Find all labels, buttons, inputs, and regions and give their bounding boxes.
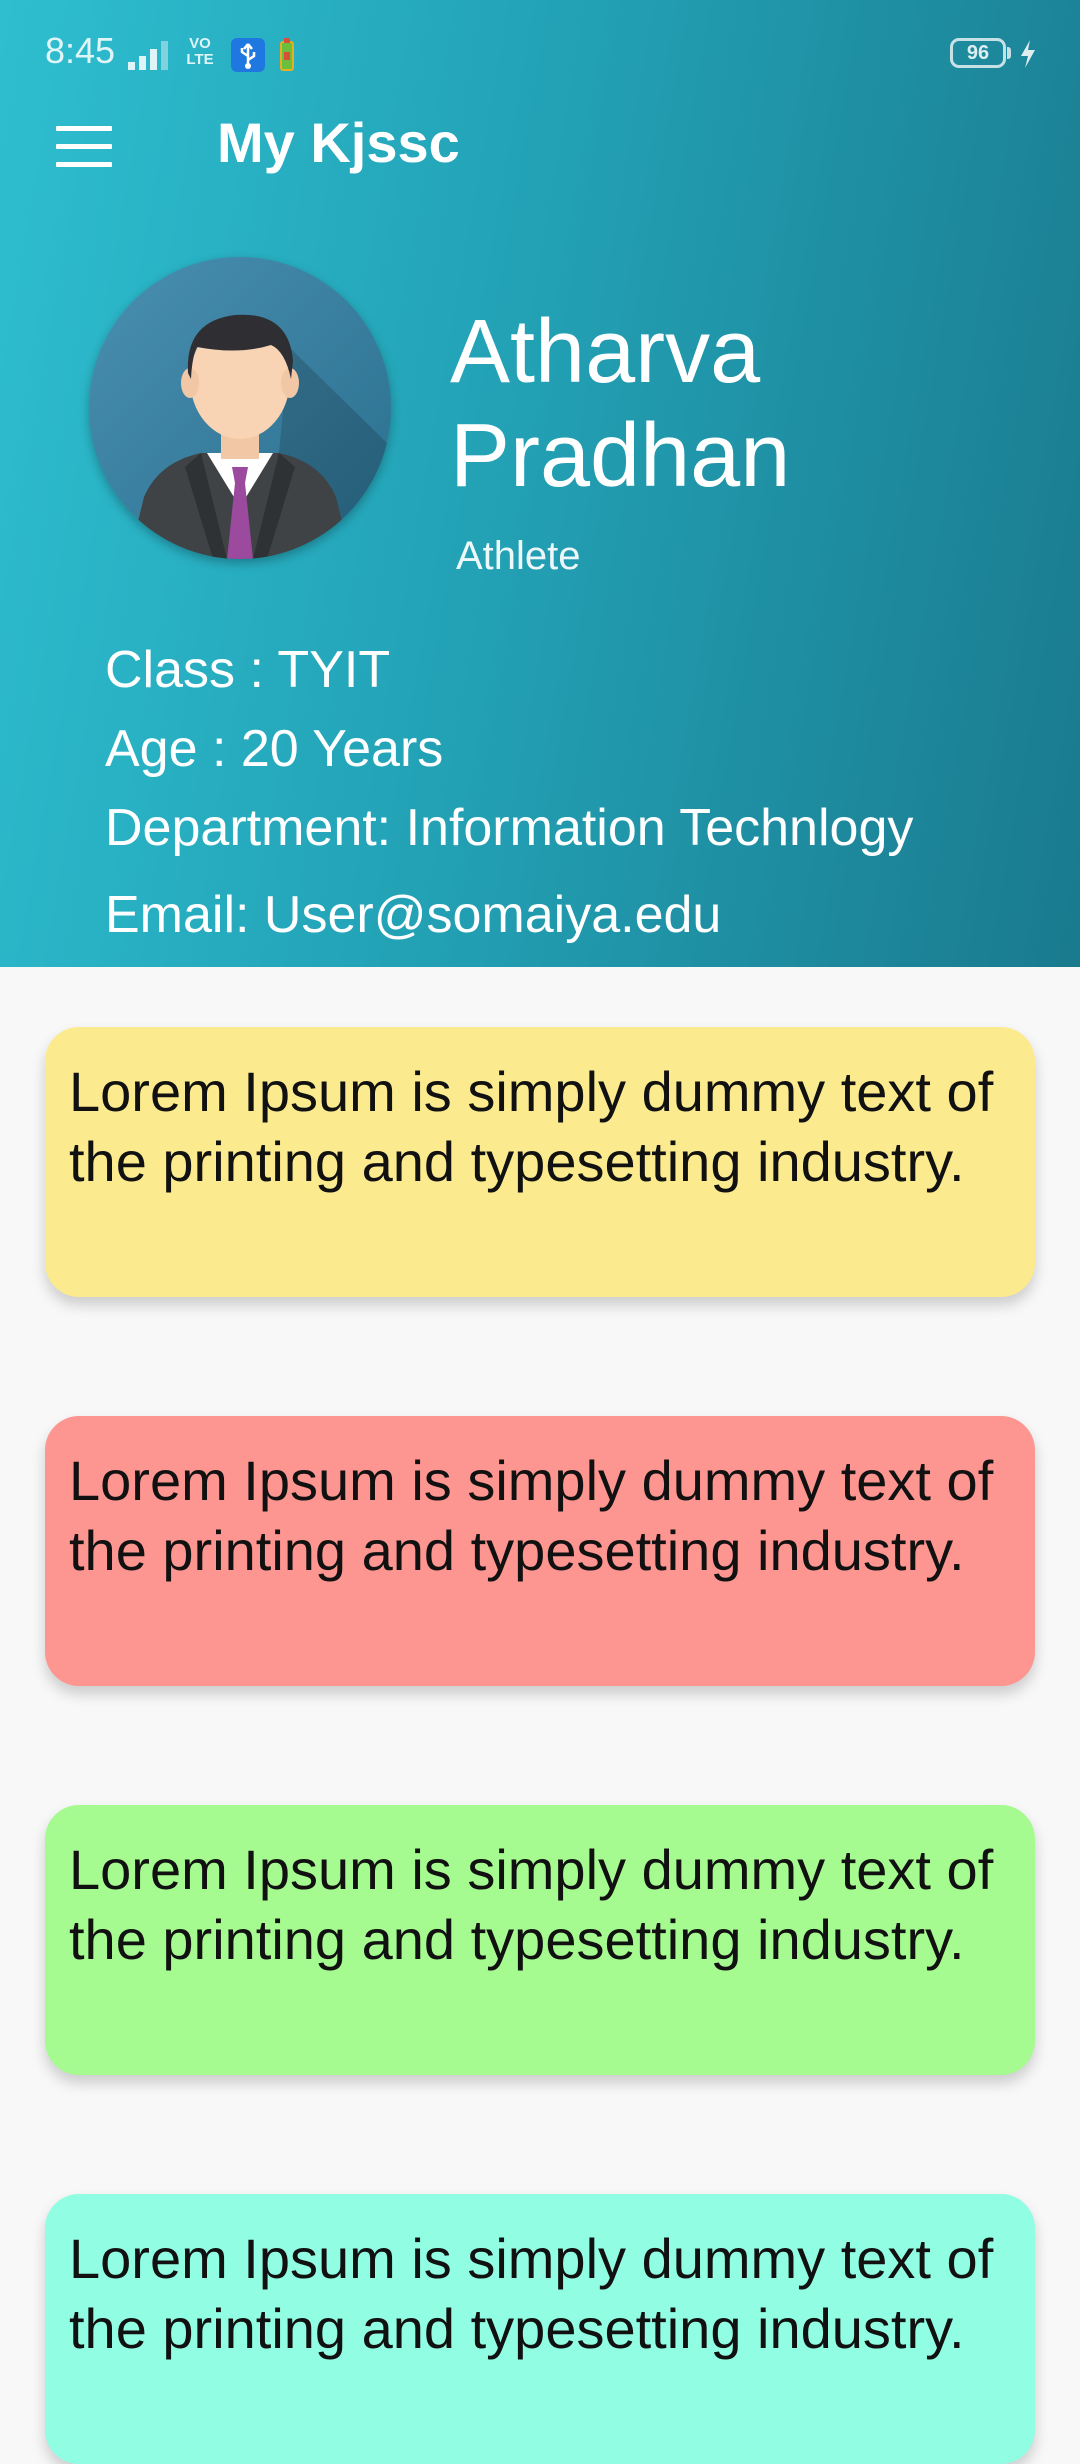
battery-icon: 96 [950,38,1011,68]
app-title: My Kjssc [217,111,460,174]
department-info: Department: Information Technlogy [105,799,914,857]
hamburger-menu-icon[interactable] [40,104,126,190]
email-info[interactable]: Email: User@somaiya.edu [105,885,721,945]
info-card[interactable]: Lorem Ipsum is simply dummy text of the … [45,2194,1035,2464]
age-info: Age : 20 Years [105,720,444,778]
user-avatar-icon[interactable] [89,257,391,559]
volte-indicator: VO LTE [186,35,214,68]
profile-role: Athlete [456,534,581,578]
info-card[interactable]: Lorem Ipsum is simply dummy text of the … [45,1805,1035,2075]
signal-icon [128,41,168,70]
class-info: Class : TYIT [105,641,391,699]
info-card[interactable]: Lorem Ipsum is simply dummy text of the … [45,1416,1035,1686]
profile-name: Atharva Pradhan [450,302,791,506]
charging-icon [1021,40,1035,68]
profile-header: 8:45 VO LTE 96 My Kjssc Atharva Pradhan … [0,0,1080,967]
usb-icon [231,38,265,72]
card-list: Lorem Ipsum is simply dummy text of the … [0,967,1080,2464]
status-bar: 8:45 VO LTE 96 [0,0,1080,108]
app-notification-icon [280,38,294,71]
info-card[interactable]: Lorem Ipsum is simply dummy text of the … [45,1027,1035,1297]
status-time: 8:45 [45,30,116,71]
